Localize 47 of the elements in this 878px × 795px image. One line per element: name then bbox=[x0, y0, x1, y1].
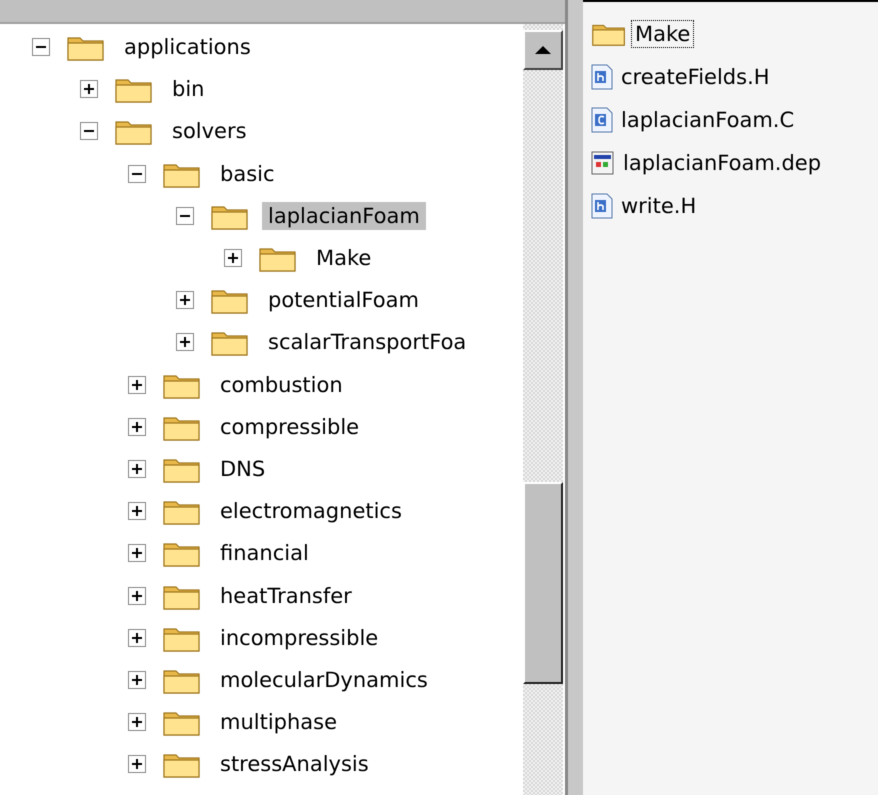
file-icon bbox=[591, 150, 615, 176]
tree-toggle[interactable] bbox=[128, 586, 146, 605]
tree-toggle[interactable] bbox=[80, 80, 98, 98]
tree-item[interactable]: Make bbox=[310, 244, 378, 272]
tree-item[interactable]: stressAnalysis bbox=[214, 750, 375, 778]
file-name[interactable]: createFields.H bbox=[617, 62, 774, 90]
tree-item[interactable]: molecularDynamics bbox=[214, 666, 434, 694]
tree-item[interactable]: multiphase bbox=[214, 708, 344, 736]
tree-item[interactable]: electromagnetics bbox=[214, 497, 408, 526]
tree-toggle[interactable] bbox=[128, 460, 146, 478]
file-name[interactable]: write.H bbox=[617, 192, 700, 220]
tree-toggle[interactable] bbox=[128, 755, 146, 774]
tree-toggle[interactable] bbox=[176, 206, 194, 225]
tree-item[interactable]: financial bbox=[214, 539, 315, 568]
tree-item[interactable]: combustion bbox=[214, 370, 349, 399]
tree-item[interactable]: basic bbox=[214, 160, 281, 188]
file-name[interactable]: laplacianFoam.C bbox=[617, 106, 798, 134]
scroll-up-button[interactable] bbox=[523, 30, 563, 70]
tree-toggle[interactable] bbox=[128, 418, 146, 436]
tree-item[interactable]: solvers bbox=[166, 117, 253, 146]
tree-toggle[interactable] bbox=[176, 333, 194, 352]
tree-toggle[interactable] bbox=[128, 628, 146, 647]
tree-item[interactable]: applications bbox=[118, 33, 257, 62]
scrollbar-thumb[interactable] bbox=[523, 482, 563, 684]
tree-toggle[interactable] bbox=[80, 122, 98, 140]
tree-item[interactable]: scalarTransportFoa bbox=[262, 328, 472, 356]
tree-toggle[interactable] bbox=[128, 670, 146, 689]
tree-toggle[interactable] bbox=[128, 713, 146, 732]
file-name[interactable]: laplacianFoam.dep bbox=[619, 148, 826, 176]
tree-toggle[interactable] bbox=[128, 502, 146, 520]
tree-item[interactable]: bin bbox=[166, 75, 210, 104]
tree-toggle[interactable] bbox=[128, 376, 146, 394]
source-file-icon bbox=[591, 192, 613, 218]
tree-item[interactable]: potentialFoam bbox=[262, 286, 425, 314]
file-name[interactable]: Make bbox=[631, 20, 694, 48]
tree-item[interactable]: compressible bbox=[214, 412, 366, 441]
source-file-icon bbox=[591, 64, 613, 90]
tree-toggle[interactable] bbox=[32, 38, 50, 56]
tree-item[interactable]: laplacianFoam bbox=[262, 202, 426, 230]
tree-toggle[interactable] bbox=[224, 249, 242, 268]
tree-toggle[interactable] bbox=[128, 544, 146, 562]
tree-item[interactable]: incompressible bbox=[214, 624, 384, 652]
tree-toggle[interactable] bbox=[176, 291, 194, 310]
tree-item[interactable]: DNS bbox=[214, 454, 272, 483]
tree-item[interactable]: heatTransfer bbox=[214, 582, 358, 610]
tree-toggle[interactable] bbox=[128, 164, 146, 183]
source-file-icon bbox=[591, 106, 613, 132]
